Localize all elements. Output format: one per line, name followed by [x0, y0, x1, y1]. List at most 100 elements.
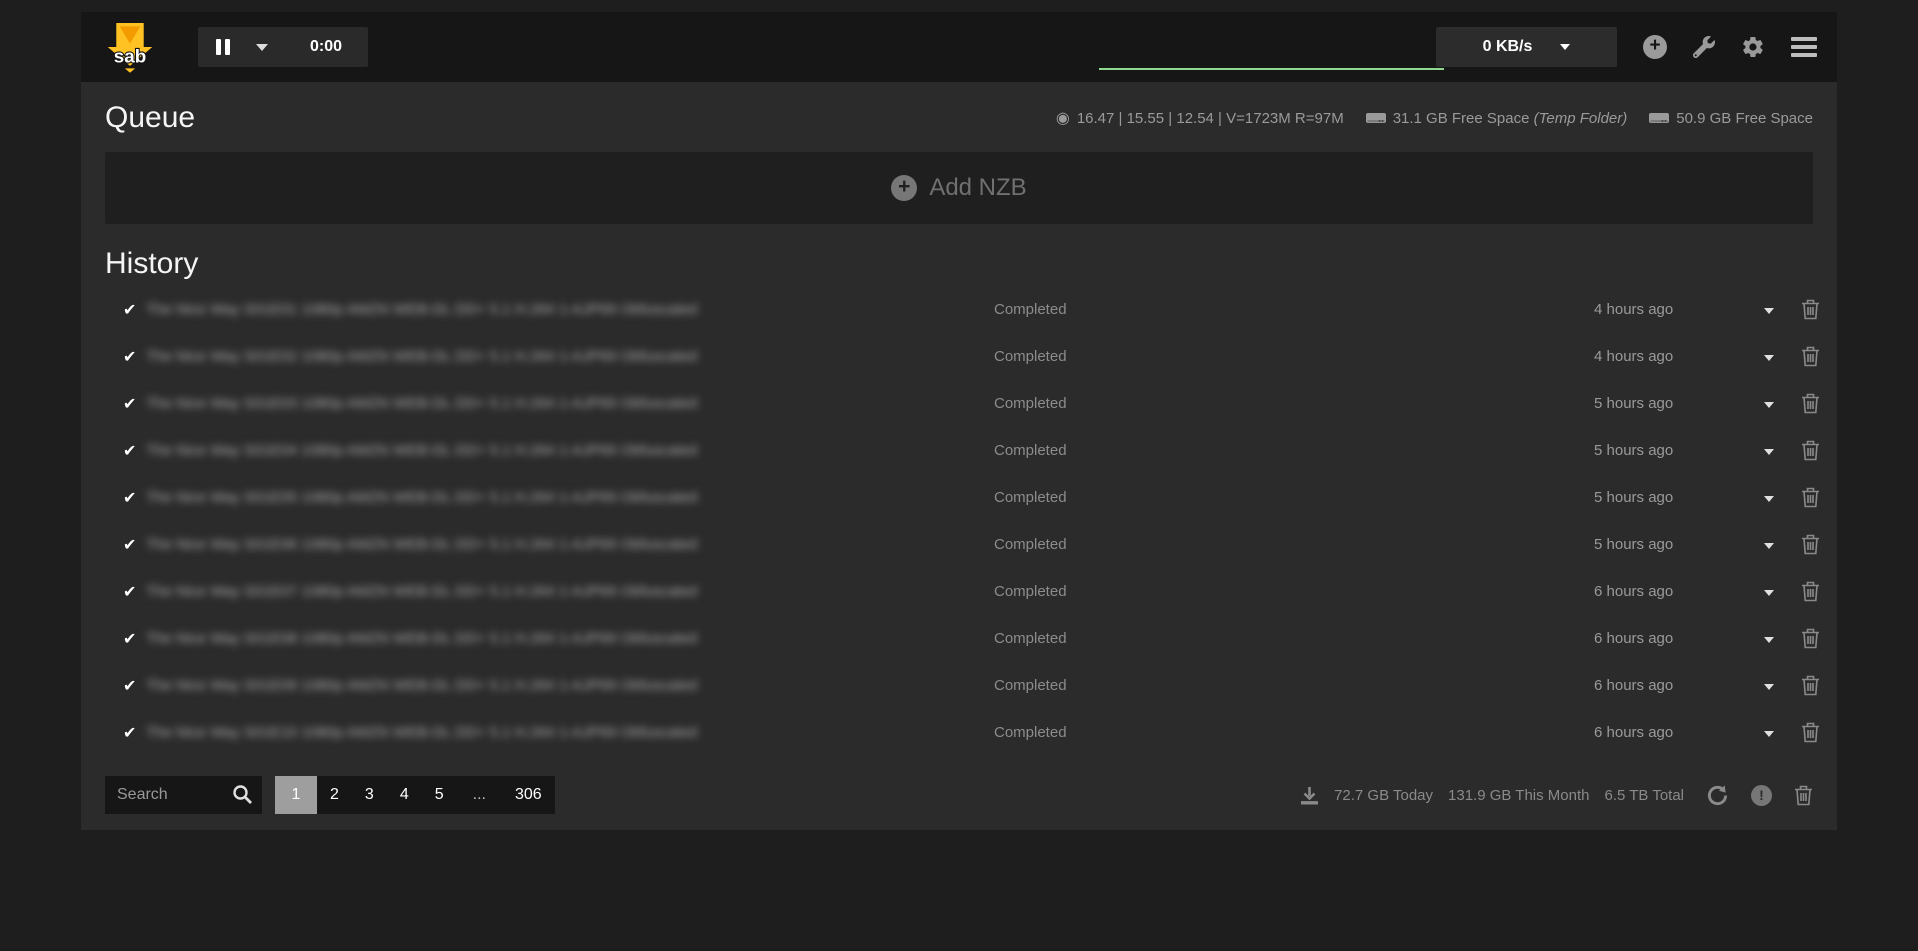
pagination: 12345...306	[275, 776, 555, 814]
history-row: ✔ The Nice Way S01E03 1080p AMZN WEB-DL …	[81, 380, 1837, 427]
speed-value: 0 KB/s	[1483, 38, 1533, 56]
row-actions-dropdown[interactable]	[1764, 677, 1784, 694]
wrench-icon[interactable]	[1693, 36, 1715, 58]
history-row: ✔ The Nice Way S01E05 1080p AMZN WEB-DL …	[81, 474, 1837, 521]
delete-row-button[interactable]	[1801, 487, 1821, 508]
history-header: History	[81, 242, 1837, 286]
hdd-icon	[1366, 110, 1386, 126]
history-item-status: Completed	[994, 630, 1294, 647]
check-icon: ✔	[123, 723, 146, 743]
page-button-5[interactable]: 5	[422, 776, 457, 814]
speed-limit-dropdown[interactable]: 0 KB/s	[1436, 27, 1617, 67]
history-item-name[interactable]: The Nice Way S01E06 1080p AMZN WEB-DL DD…	[146, 536, 791, 553]
add-circle-icon: +	[891, 175, 917, 201]
row-actions-dropdown[interactable]	[1764, 301, 1784, 318]
history-item-status: Completed	[994, 301, 1294, 318]
svg-text:sab: sab	[114, 45, 146, 66]
gear-icon[interactable]	[1741, 35, 1765, 59]
trash-icon	[1801, 346, 1820, 367]
hamburger-menu-icon[interactable]	[1791, 37, 1817, 57]
delete-row-button[interactable]	[1801, 675, 1821, 696]
delete-row-button[interactable]	[1801, 534, 1821, 555]
download-icon	[1300, 786, 1319, 805]
top-navbar: sab 0:00 0 KB/s +	[81, 12, 1837, 82]
delete-row-button[interactable]	[1801, 393, 1821, 414]
history-row: ✔ The Nice Way S01E10 1080p AMZN WEB-DL …	[81, 709, 1837, 756]
delete-row-button[interactable]	[1801, 299, 1821, 320]
delete-row-button[interactable]	[1801, 722, 1821, 743]
caret-down-icon	[1764, 590, 1774, 596]
page-ellipsis: ...	[457, 776, 502, 814]
row-actions-dropdown[interactable]	[1764, 536, 1784, 553]
history-item-name[interactable]: The Nice Way S01E05 1080p AMZN WEB-DL DD…	[146, 489, 791, 506]
disk-free-text: 50.9 GB Free Space	[1676, 110, 1813, 127]
caret-down-icon	[1764, 402, 1774, 408]
row-actions-dropdown[interactable]	[1764, 395, 1784, 412]
page-button-306[interactable]: 306	[502, 776, 555, 814]
history-item-status: Completed	[994, 442, 1294, 459]
check-icon: ✔	[123, 676, 146, 696]
pause-icon[interactable]	[216, 39, 230, 55]
target-icon: ◉	[1056, 108, 1070, 128]
refresh-button[interactable]	[1706, 784, 1729, 807]
check-icon: ✔	[123, 347, 146, 367]
history-item-name[interactable]: The Nice Way S01E10 1080p AMZN WEB-DL DD…	[146, 724, 791, 741]
page-button-2[interactable]: 2	[317, 776, 352, 814]
history-item-status: Completed	[994, 395, 1294, 412]
pause-dropdown-caret-icon[interactable]	[256, 44, 268, 51]
row-actions-dropdown[interactable]	[1764, 442, 1784, 459]
history-item-name[interactable]: The Nice Way S01E03 1080p AMZN WEB-DL DD…	[146, 395, 791, 412]
alert-button[interactable]: !	[1751, 785, 1772, 806]
trash-icon	[1801, 440, 1820, 461]
page-button-1[interactable]: 1	[275, 776, 317, 814]
purge-history-button[interactable]	[1794, 785, 1813, 806]
history-item-name[interactable]: The Nice Way S01E07 1080p AMZN WEB-DL DD…	[146, 583, 791, 600]
trash-icon	[1801, 393, 1820, 414]
history-item-age: 5 hours ago	[1594, 489, 1704, 506]
history-item-name[interactable]: The Nice Way S01E02 1080p AMZN WEB-DL DD…	[146, 348, 791, 365]
delete-row-button[interactable]	[1801, 628, 1821, 649]
delete-row-button[interactable]	[1801, 440, 1821, 461]
search-icon[interactable]	[232, 784, 253, 805]
history-item-name[interactable]: The Nice Way S01E08 1080p AMZN WEB-DL DD…	[146, 630, 791, 647]
history-item-status: Completed	[994, 677, 1294, 694]
caret-down-icon	[1764, 731, 1774, 737]
check-icon: ✔	[123, 629, 146, 649]
pause-timer[interactable]: 0:00	[310, 38, 342, 56]
history-row: ✔ The Nice Way S01E08 1080p AMZN WEB-DL …	[81, 615, 1837, 662]
footer-stats: 72.7 GB Today 131.9 GB This Month 6.5 TB…	[1300, 784, 1813, 807]
row-actions-dropdown[interactable]	[1764, 630, 1784, 647]
history-row: ✔ The Nice Way S01E02 1080p AMZN WEB-DL …	[81, 333, 1837, 380]
check-icon: ✔	[123, 441, 146, 461]
page-button-3[interactable]: 3	[352, 776, 387, 814]
history-item-name[interactable]: The Nice Way S01E04 1080p AMZN WEB-DL DD…	[146, 442, 791, 459]
row-actions-dropdown[interactable]	[1764, 724, 1784, 741]
check-icon: ✔	[123, 582, 146, 602]
speed-sparkline	[1099, 68, 1444, 70]
trash-icon	[1801, 299, 1820, 320]
sabnzbd-logo[interactable]: sab	[106, 21, 154, 73]
trash-icon	[1801, 675, 1820, 696]
history-item-age: 4 hours ago	[1594, 348, 1704, 365]
alert-circle-icon: !	[1751, 785, 1772, 806]
row-actions-dropdown[interactable]	[1764, 583, 1784, 600]
add-nzb-icon-button[interactable]: +	[1643, 35, 1667, 59]
delete-row-button[interactable]	[1801, 581, 1821, 602]
row-actions-dropdown[interactable]	[1764, 348, 1784, 365]
add-circle-icon: +	[1643, 35, 1667, 59]
caret-down-icon	[1764, 449, 1774, 455]
caret-down-icon	[1764, 355, 1774, 361]
history-item-age: 6 hours ago	[1594, 630, 1704, 647]
history-item-age: 5 hours ago	[1594, 442, 1704, 459]
delete-row-button[interactable]	[1801, 346, 1821, 367]
history-item-status: Completed	[994, 348, 1294, 365]
page-button-4[interactable]: 4	[387, 776, 422, 814]
row-actions-dropdown[interactable]	[1764, 489, 1784, 506]
caret-down-icon	[1764, 684, 1774, 690]
trash-icon	[1801, 581, 1820, 602]
history-row: ✔ The Nice Way S01E06 1080p AMZN WEB-DL …	[81, 521, 1837, 568]
history-item-name[interactable]: The Nice Way S01E09 1080p AMZN WEB-DL DD…	[146, 677, 791, 694]
history-item-name[interactable]: The Nice Way S01E01 1080p AMZN WEB-DL DD…	[146, 301, 791, 318]
add-nzb-dropzone[interactable]: + Add NZB	[105, 152, 1813, 224]
trash-icon	[1801, 722, 1820, 743]
